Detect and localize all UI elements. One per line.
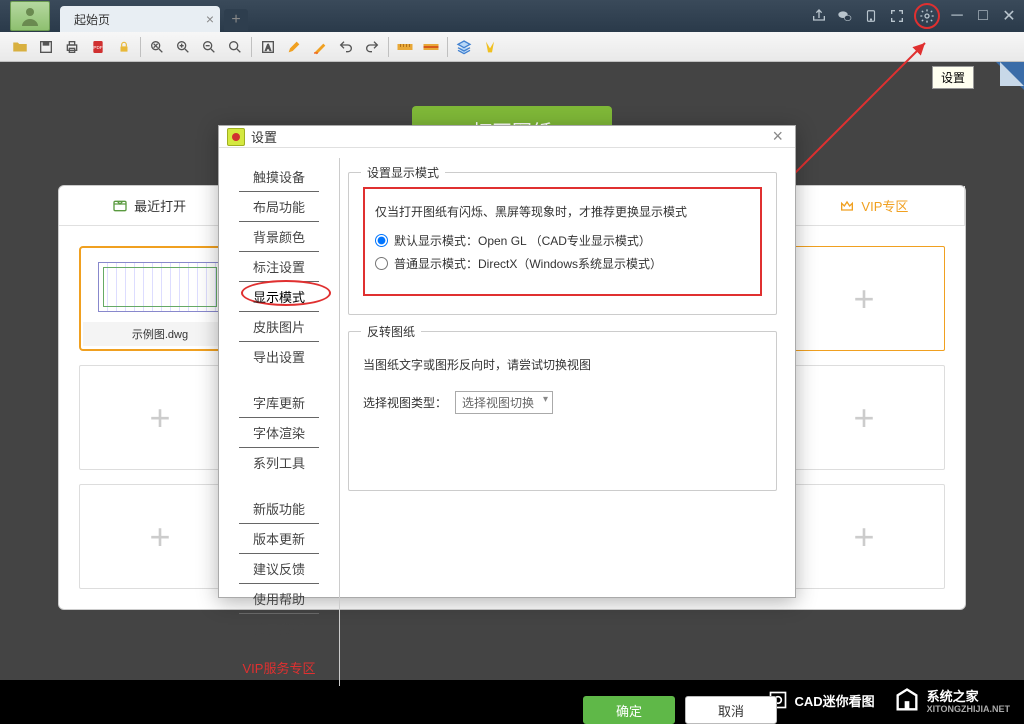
display-mode-fieldset: 设置显示模式 仅当打开图纸有闪烁、黑屏等现象时，才推荐更换显示模式 默认显示模式… — [348, 172, 777, 315]
zoom-fit-button[interactable] — [145, 35, 169, 59]
nav-display[interactable]: 显示模式 — [239, 282, 319, 312]
nav-layout[interactable]: 布局功能 — [239, 192, 319, 222]
zoom-button[interactable] — [223, 35, 247, 59]
close-window-icon[interactable]: ✕ — [1000, 7, 1018, 25]
nav-feedback[interactable]: 建议反馈 — [239, 554, 319, 584]
gear-icon[interactable] — [918, 7, 936, 25]
settings-tooltip: 设置 — [932, 66, 974, 89]
tab-recent[interactable]: 最近打开 — [59, 186, 240, 225]
zoom-out-button[interactable] — [197, 35, 221, 59]
view-type-select[interactable]: 选择视图切换 — [455, 391, 553, 414]
file-slot-empty[interactable]: + — [783, 484, 945, 589]
undo-button[interactable] — [334, 35, 358, 59]
highlight-box: 仅当打开图纸有闪烁、黑屏等现象时，才推荐更换显示模式 默认显示模式：Open G… — [363, 187, 762, 296]
dialog-content: 设置显示模式 仅当打开图纸有闪烁、黑屏等现象时，才推荐更换显示模式 默认显示模式… — [339, 158, 795, 686]
nav-font-update[interactable]: 字库更新 — [239, 388, 319, 418]
radio-opengl-input[interactable] — [375, 234, 388, 247]
flip-fieldset: 反转图纸 当图纸文字或图形反向时，请尝试切换视图 选择视图类型： 选择视图切换 — [348, 331, 777, 491]
save-button[interactable] — [34, 35, 58, 59]
highlighter-button[interactable] — [308, 35, 332, 59]
radio-directx-label: 普通显示模式：DirectX（Windows系统显示模式） — [394, 255, 662, 272]
wechat-icon[interactable] — [836, 7, 854, 25]
nav-ver-update[interactable]: 版本更新 — [239, 524, 319, 554]
text-button[interactable]: A — [256, 35, 280, 59]
nav-font-render[interactable]: 字体渲染 — [239, 418, 319, 448]
tab-vip[interactable]: VIP专区 — [784, 186, 965, 225]
titlebar: 起始页 × + ─ □ ✕ — [0, 0, 1024, 32]
tab-label: 起始页 — [74, 11, 110, 28]
nav-bg[interactable]: 背景颜色 — [239, 222, 319, 252]
pdf-button[interactable]: PDF — [86, 35, 110, 59]
dialog-close-button[interactable]: × — [768, 126, 787, 147]
radio-opengl-label: 默认显示模式：Open GL （CAD专业显示模式） — [394, 232, 651, 249]
mobile-icon[interactable] — [862, 7, 880, 25]
nav-vip[interactable]: VIP服务专区 — [239, 653, 319, 682]
measure-button[interactable] — [393, 35, 417, 59]
nav-anno[interactable]: 标注设置 — [239, 252, 319, 282]
user-avatar[interactable] — [10, 1, 50, 31]
svg-text:PDF: PDF — [93, 45, 102, 50]
fullscreen-icon[interactable] — [888, 7, 906, 25]
tab-recent-label: 最近打开 — [134, 196, 186, 215]
svg-text:A: A — [265, 43, 271, 52]
tab-vip-label: VIP专区 — [861, 196, 908, 215]
radio-directx[interactable]: 普通显示模式：DirectX（Windows系统显示模式） — [375, 255, 750, 272]
radio-directx-input[interactable] — [375, 257, 388, 270]
flip-legend: 反转图纸 — [361, 323, 421, 340]
redo-button[interactable] — [360, 35, 384, 59]
dialog-nav: 触摸设备 布局功能 背景颜色 标注设置 显示模式 皮肤图片 导出设置 字库更新 … — [219, 148, 339, 696]
print-button[interactable] — [60, 35, 84, 59]
flip-select-label: 选择视图类型： — [363, 394, 447, 411]
new-tab-button[interactable]: + — [224, 9, 248, 31]
watermark-brand: 系统之家 XITONGZHIJIA.NET — [893, 686, 1010, 714]
share-icon[interactable] — [810, 7, 828, 25]
main-toolbar: PDF A 设置 — [0, 32, 1024, 62]
settings-highlight-circle — [914, 3, 940, 29]
file-slot-empty[interactable]: + — [79, 365, 241, 470]
display-mode-legend: 设置显示模式 — [361, 164, 445, 181]
nav-export[interactable]: 导出设置 — [239, 342, 319, 371]
file-slot-empty[interactable]: + — [79, 484, 241, 589]
lock-button[interactable] — [112, 35, 136, 59]
dialog-icon — [227, 128, 245, 146]
nav-new-fn[interactable]: 新版功能 — [239, 494, 319, 524]
display-mode-hint: 仅当打开图纸有闪烁、黑屏等现象时，才推荐更换显示模式 — [375, 203, 750, 220]
vip-button[interactable] — [478, 35, 502, 59]
pencil-button[interactable] — [282, 35, 306, 59]
close-icon[interactable]: × — [206, 11, 214, 27]
file-label: 示例图.dwg — [83, 322, 237, 346]
nav-tools[interactable]: 系列工具 — [239, 448, 319, 477]
dialog-titlebar: 设置 × — [219, 126, 795, 148]
nav-help[interactable]: 使用帮助 — [239, 584, 319, 614]
maximize-icon[interactable]: □ — [974, 7, 992, 25]
page-corner-icon — [996, 62, 1024, 90]
nav-skin[interactable]: 皮肤图片 — [239, 312, 319, 342]
dialog-title: 设置 — [251, 127, 277, 146]
settings-dialog: 设置 × 触摸设备 布局功能 背景颜色 标注设置 显示模式 皮肤图片 导出设置 … — [218, 125, 796, 598]
tab-start-page[interactable]: 起始页 × — [60, 6, 220, 32]
file-item-sample[interactable]: 示例图.dwg — [79, 246, 241, 351]
measure-arrow-button[interactable] — [419, 35, 443, 59]
zoom-in-button[interactable] — [171, 35, 195, 59]
nav-about[interactable]: 关于我们 — [239, 614, 319, 643]
layers-button[interactable] — [452, 35, 476, 59]
open-file-button[interactable] — [8, 35, 32, 59]
minimize-icon[interactable]: ─ — [948, 7, 966, 25]
nav-touch[interactable]: 触摸设备 — [239, 162, 319, 192]
file-slot-empty[interactable]: + — [783, 365, 945, 470]
radio-opengl[interactable]: 默认显示模式：Open GL （CAD专业显示模式） — [375, 232, 750, 249]
file-slot-empty[interactable]: + — [783, 246, 945, 351]
flip-hint: 当图纸文字或图形反向时，请尝试切换视图 — [363, 356, 762, 373]
